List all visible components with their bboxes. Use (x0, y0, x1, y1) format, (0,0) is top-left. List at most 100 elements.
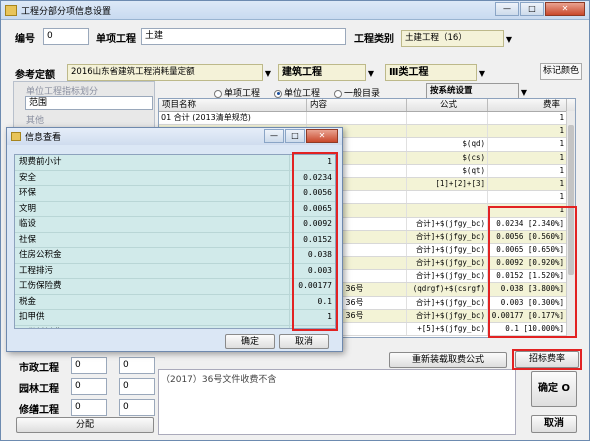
other-label: 其他 (26, 116, 45, 126)
list-item[interactable]: 税金 0.1 (15, 294, 335, 310)
leibie-select[interactable]: 土建工程（16） ▼ (401, 30, 512, 47)
left-row-input[interactable]: 0 (119, 378, 155, 395)
item-name: 环保 (15, 186, 290, 201)
close-button[interactable]: ✕ (545, 2, 585, 16)
col-formula: 公式 (407, 99, 488, 111)
left-row-label: 市政工程 (19, 363, 59, 374)
item-name: 工伤保险费 (15, 279, 290, 294)
cell-rate: 1 (488, 151, 567, 164)
cell-formula: $(cs) (407, 151, 488, 164)
table-row[interactable]: 01 合计 (2013清单规范) 1 (159, 112, 575, 126)
col-rate: 费率 (488, 99, 567, 111)
left-row-input[interactable]: 0 (71, 357, 107, 374)
cancel-button[interactable]: 取消 (531, 415, 577, 433)
left-row-input[interactable]: 0 (119, 357, 155, 374)
cell-formula: 合计]+$(jfgy_bc) (407, 217, 488, 230)
left-row-input[interactable]: 0 (71, 378, 107, 395)
item-name: 社保 (15, 232, 290, 247)
cell-content (307, 112, 407, 125)
dialog-ok-button[interactable]: 确定 (225, 334, 275, 349)
chevron-down-icon: ▼ (264, 69, 272, 78)
cell-formula (407, 204, 488, 217)
bianhao-label: 编号 (15, 34, 35, 45)
note-text: （2017）36号文件收费不含 (161, 375, 277, 385)
cell-rate: 1 (488, 164, 567, 177)
confirm-button[interactable]: 确定 O (531, 371, 577, 407)
list-item[interactable]: 社保 0.0152 (15, 232, 335, 248)
list-item[interactable]: 甲供材料费1 (15, 325, 335, 328)
chevron-down-icon: ▼ (505, 35, 513, 44)
list-item[interactable]: 环保 0.0056 (15, 186, 335, 202)
dialog-cancel-button[interactable]: 取消 (279, 334, 329, 349)
cell-formula (407, 191, 488, 204)
jianzhu-select[interactable]: 建筑工程 ▼ (278, 64, 374, 81)
sanlei-select[interactable]: Ⅲ类工程 ▼ (385, 64, 485, 81)
maximize-button[interactable]: □ (520, 2, 544, 16)
item-name: 工程排污 (15, 263, 290, 278)
left-panel: 单位工程指标划分 范围 其他 (13, 81, 155, 133)
jianzhu-value: 建筑工程 (282, 67, 322, 78)
cell-name: 01 合计 (2013清单规范) (159, 112, 307, 125)
cell-rate: 1 (488, 191, 567, 204)
cell-formula: $(qt) (407, 164, 488, 177)
grid-header: 项目名称 内容 公式 费率 (159, 99, 575, 112)
item-name: 住房公积金 (15, 248, 290, 263)
col-name: 项目名称 (159, 99, 307, 111)
list-item[interactable]: 规费前小计 1 (15, 155, 335, 171)
cell-formula: 合计]+$(jfgy_bc) (407, 296, 488, 309)
item-name: 税金 (15, 294, 290, 309)
dialog-maximize-button[interactable]: □ (285, 129, 305, 143)
radio-checked-icon (274, 89, 282, 98)
bianhao-input[interactable]: 0 (43, 28, 89, 45)
reload-formula-button[interactable]: 重新装载取费公式 (389, 352, 507, 368)
item-name: 临设 (15, 217, 290, 232)
fanwei-select[interactable]: 范围 (25, 96, 153, 110)
cell-formula: +[5]+$(jfgy_bc) (407, 323, 488, 336)
dialog-list: 规费前小计 1 安全 0.0234 环保 0.0056 文明 0.0065 临设 0.0092 社保… (14, 154, 336, 329)
ref-select[interactable]: 2016山东省建筑工程消耗量定额 ▼ (67, 64, 271, 81)
sanlei-value: Ⅲ类工程 (389, 67, 429, 78)
list-item[interactable]: 工伤保险费 0.00177 (15, 279, 335, 295)
leibie-label: 工程类别 (354, 34, 394, 45)
split-button[interactable]: 分配 (16, 417, 154, 433)
note-area[interactable]: （2017）36号文件收费不含 (158, 369, 516, 435)
cell-formula: (qdrgf)+$(csrgf) (407, 283, 488, 296)
list-item[interactable]: 扣甲供 1 (15, 310, 335, 326)
dialog-icon (11, 132, 21, 141)
left-row-input[interactable]: 0 (71, 399, 107, 416)
cell-formula: 合计]+$(jfgy_bc) (407, 309, 488, 322)
cell-formula (407, 112, 488, 125)
left-row-label: 园林工程 (19, 384, 59, 395)
list-item[interactable]: 工程排污 0.003 (15, 263, 335, 279)
list-item[interactable]: 临设 0.0092 (15, 217, 335, 233)
highlight-dialog-values (292, 152, 338, 331)
dialog-minimize-button[interactable]: — (264, 129, 284, 143)
item-name: 安全 (15, 170, 290, 185)
cell-formula: 合计]+$(jfgy_bc) (407, 257, 488, 270)
window-title: 工程分部分项信息设置 (21, 6, 112, 17)
item-name: 扣甲供 (15, 310, 290, 325)
info-dialog: 信息查看 — □ ✕ 规费前小计 1 安全 0.0234 环保 0.0056 文明 0.006… (6, 127, 343, 352)
radio-icon (214, 89, 222, 98)
list-item[interactable]: 安全 0.0234 (15, 170, 335, 186)
cell-formula: 合计]+$(jfgy_bc) (407, 230, 488, 243)
radio-icon (334, 89, 342, 98)
col-content: 内容 (307, 99, 407, 111)
item-name: 规费前小计 (15, 155, 290, 170)
ref-label: 参考定额 (15, 70, 55, 81)
list-item[interactable]: 住房公积金 0.038 (15, 248, 335, 264)
minimize-button[interactable]: — (495, 2, 519, 16)
danxiang-input[interactable]: 土建 (141, 28, 346, 45)
main-window: 工程分部分项信息设置 — □ ✕ 编号 0 单项工程 土建 工程类别 土建工程（… (0, 0, 590, 441)
cell-formula: 合计]+$(jfgy_bc) (407, 270, 488, 283)
dialog-close-button[interactable]: ✕ (306, 129, 338, 143)
list-item[interactable]: 文明 0.0065 (15, 201, 335, 217)
left-row-input[interactable]: 0 (119, 399, 155, 416)
mark-color-button[interactable]: 标记颜色 (540, 63, 582, 80)
cell-rate: 1 (488, 112, 567, 125)
item-name: 文明 (15, 201, 290, 216)
item-name: 甲供材料费 (15, 325, 290, 328)
dialog-title: 信息查看 (25, 133, 62, 143)
cell-formula: 合计]+$(jfgy_bc) (407, 243, 488, 257)
left-row-label: 修缮工程 (19, 405, 59, 416)
